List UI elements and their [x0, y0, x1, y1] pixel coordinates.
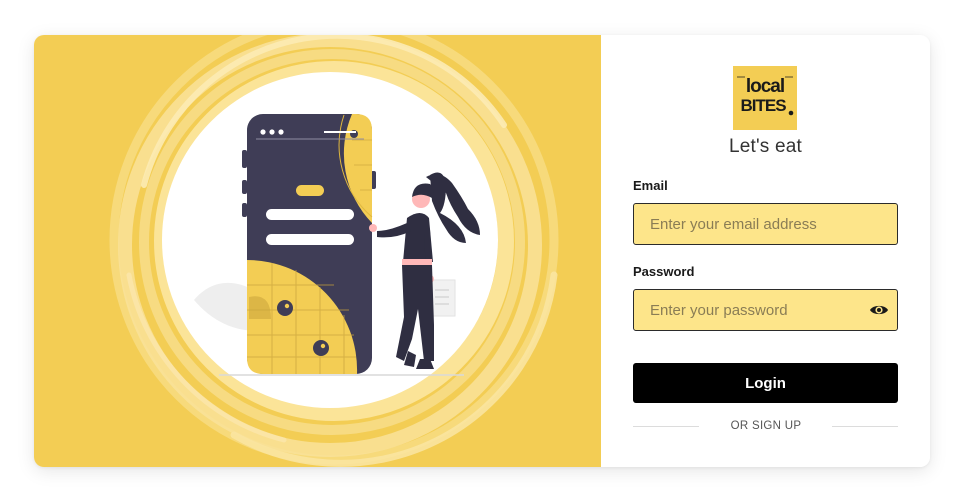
svg-text:local: local [746, 76, 784, 97]
svg-text:BITES: BITES [740, 96, 786, 115]
password-label: Password [633, 264, 695, 279]
tagline: Let's eat [728, 136, 803, 157]
login-button[interactable]: Login [633, 363, 898, 403]
login-card: local BITES Let's eat Email Password Log… [34, 35, 930, 467]
email-input[interactable] [633, 203, 898, 245]
phone-woman-illustration [109, 35, 559, 467]
divider-right [832, 426, 898, 427]
signup-link[interactable]: OR SIGN UP [721, 420, 811, 432]
eye-icon[interactable] [869, 303, 889, 317]
hero-illustration-panel [34, 35, 601, 467]
login-panel: local BITES Let's eat Email Password Log… [601, 35, 930, 467]
email-label: Email [633, 178, 668, 193]
localbites-logo: local BITES [733, 66, 797, 130]
divider-left [633, 426, 699, 427]
password-input[interactable] [633, 289, 898, 331]
